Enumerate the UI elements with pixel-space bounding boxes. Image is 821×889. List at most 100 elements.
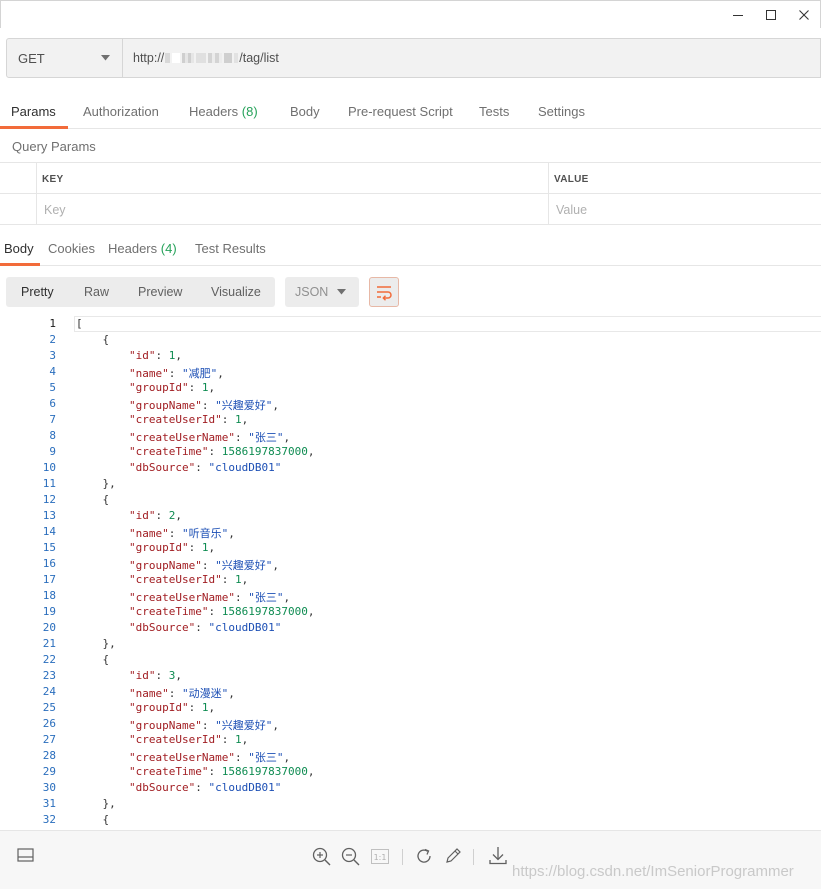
token: , <box>283 431 291 444</box>
code-line: 14 "name": "听音乐", <box>0 524 821 540</box>
token: { <box>102 333 110 346</box>
tab-pre-request-script[interactable]: Pre-request Script <box>348 104 453 119</box>
token: : <box>208 765 222 778</box>
tab-headers[interactable]: Headers (8) <box>189 104 258 119</box>
token: : <box>221 573 235 586</box>
zoom-out-icon[interactable] <box>341 847 360 866</box>
code-text: { <box>103 333 110 346</box>
code-line: 12 { <box>0 492 821 508</box>
token: : <box>201 559 216 572</box>
code-text: "createUserName": "张三", <box>129 749 290 765</box>
edit-icon[interactable] <box>444 847 462 865</box>
code-text: "createTime": 1586197837000, <box>129 765 314 778</box>
token: "name" <box>129 687 169 700</box>
line-number: 3 <box>49 349 56 362</box>
line-number: 12 <box>42 493 56 506</box>
token: : <box>155 349 169 362</box>
line-number: 18 <box>42 589 56 602</box>
tab-tests[interactable]: Tests <box>479 104 509 119</box>
active-tab-indicator <box>0 126 68 129</box>
refresh-icon[interactable] <box>415 847 433 865</box>
code-text: "dbSource": "cloudDB01" <box>129 621 281 634</box>
line-number: 4 <box>49 365 56 378</box>
raw-button[interactable]: Raw <box>84 285 109 299</box>
line-number: 13 <box>42 509 56 522</box>
status-bar: 1:1 https://blog.csdn.net/ImSeniorProgra… <box>0 830 821 889</box>
wrap-lines-button[interactable] <box>369 277 399 307</box>
minimize-icon[interactable] <box>727 5 749 25</box>
tab-response-body[interactable]: Body <box>4 241 34 256</box>
current-line-highlight <box>74 316 821 332</box>
token: : <box>234 751 249 764</box>
tab-authorization[interactable]: Authorization <box>83 104 159 119</box>
token: : <box>234 591 249 604</box>
visualize-button[interactable]: Visualize <box>211 285 261 299</box>
request-bar: GET http:// /tag/list <box>6 38 821 78</box>
code-line: 9 "createTime": 1586197837000, <box>0 444 821 460</box>
maximize-icon[interactable] <box>760 5 782 25</box>
pretty-button[interactable]: Pretty <box>21 285 54 299</box>
svg-text:1:1: 1:1 <box>374 853 387 862</box>
token: { <box>102 493 110 506</box>
line-number: 27 <box>42 733 56 746</box>
key-input[interactable]: Key <box>44 203 66 217</box>
token: "兴趣爱好" <box>215 399 273 412</box>
preview-button[interactable]: Preview <box>138 285 182 299</box>
code-line: 23 "id": 3, <box>0 668 821 684</box>
token: "dbSource" <box>129 781 196 794</box>
token: { <box>102 813 110 826</box>
code-text: "groupName": "兴趣爱好", <box>129 557 279 573</box>
code-line: 1[ <box>0 316 821 332</box>
zoom-in-icon[interactable] <box>312 847 331 866</box>
code-line: 11}, <box>0 476 821 492</box>
token: "减肥" <box>182 367 218 380</box>
code-line: 15 "groupId": 1, <box>0 540 821 556</box>
format-select[interactable]: JSON <box>285 277 359 307</box>
code-text: { <box>103 653 110 666</box>
code-line: 22 { <box>0 652 821 668</box>
token: "name" <box>129 367 169 380</box>
token: "createUserId" <box>129 733 222 746</box>
tab-response-headers[interactable]: Headers (4) <box>108 241 177 256</box>
token: "groupName" <box>129 559 202 572</box>
value-input[interactable]: Value <box>556 203 587 217</box>
token: "groupId" <box>129 701 189 714</box>
layout-icon[interactable] <box>17 848 35 864</box>
tab-params[interactable]: Params <box>11 104 56 119</box>
tab-test-results[interactable]: Test Results <box>195 241 266 256</box>
code-line: 6 "groupName": "兴趣爱好", <box>0 396 821 412</box>
method-select[interactable]: GET <box>7 39 123 77</box>
tab-settings[interactable]: Settings <box>538 104 585 119</box>
url-prefix: http:// <box>133 51 165 65</box>
token: : <box>201 719 216 732</box>
code-line: 17 "createUserId": 1, <box>0 572 821 588</box>
code-line: 26 "groupName": "兴趣爱好", <box>0 716 821 732</box>
token: : <box>168 367 182 380</box>
token: "name" <box>129 527 169 540</box>
token: , <box>272 559 279 572</box>
actual-size-icon[interactable]: 1:1 <box>371 849 389 864</box>
token: , <box>283 591 291 604</box>
token: : <box>188 381 202 394</box>
code-text: "createUserId": 1, <box>129 573 248 586</box>
line-number: 20 <box>42 621 56 634</box>
token: "兴趣爱好" <box>215 719 273 732</box>
token: }, <box>102 637 116 650</box>
url-input[interactable]: http:// /tag/list <box>133 51 279 65</box>
token: , <box>175 509 182 522</box>
token: , <box>241 573 249 586</box>
token: , <box>307 605 315 618</box>
close-icon[interactable] <box>793 5 815 25</box>
token: 1 <box>234 573 242 586</box>
line-number: 15 <box>42 541 56 554</box>
tab-cookies[interactable]: Cookies <box>48 241 95 256</box>
token: : <box>208 605 222 618</box>
watermark: https://blog.csdn.net/ImSeniorProgrammer <box>512 863 794 880</box>
response-body-editor[interactable]: 1[2{3 "id": 1, 4 "name": "减肥", 5 "groupId": 1… <box>0 316 821 830</box>
tab-body[interactable]: Body <box>290 104 320 119</box>
view-mode-bar: Pretty Raw Preview Visualize <box>6 277 275 307</box>
download-icon[interactable] <box>489 846 507 865</box>
token: "createTime" <box>129 765 209 778</box>
response-headers-count: (4) <box>160 241 177 256</box>
chevron-down-icon <box>101 55 110 61</box>
